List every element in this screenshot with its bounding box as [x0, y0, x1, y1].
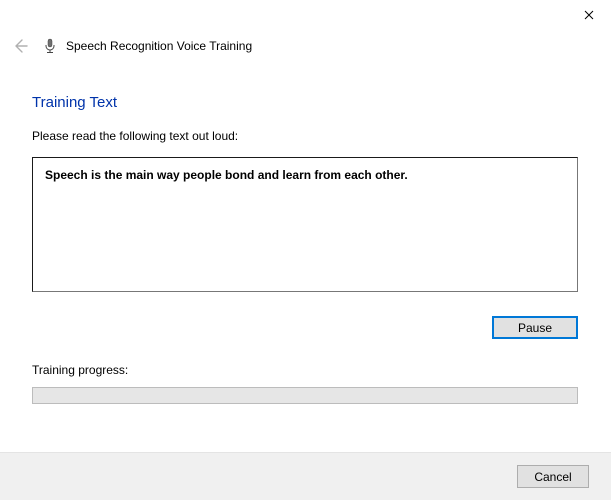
- close-button[interactable]: [566, 0, 611, 30]
- progress-bar: [32, 387, 578, 404]
- training-text-box: Speech is the main way people bond and l…: [32, 157, 578, 292]
- back-arrow-icon: [10, 36, 30, 56]
- content-area: Training Text Please read the following …: [0, 60, 611, 404]
- pause-row: Pause: [32, 316, 578, 339]
- pause-button[interactable]: Pause: [492, 316, 578, 339]
- titlebar: [0, 0, 611, 32]
- cancel-button[interactable]: Cancel: [517, 465, 589, 488]
- dialog-window: Speech Recognition Voice Training Traini…: [0, 0, 611, 500]
- window-title: Speech Recognition Voice Training: [66, 39, 252, 53]
- header-row: Speech Recognition Voice Training: [0, 32, 611, 60]
- instruction-text: Please read the following text out loud:: [32, 129, 579, 143]
- progress-label: Training progress:: [32, 363, 579, 377]
- microphone-icon: [42, 38, 58, 54]
- page-heading: Training Text: [32, 94, 579, 111]
- dialog-footer: Cancel: [0, 452, 611, 500]
- speech-text: Speech is the main way people bond and l…: [45, 168, 565, 182]
